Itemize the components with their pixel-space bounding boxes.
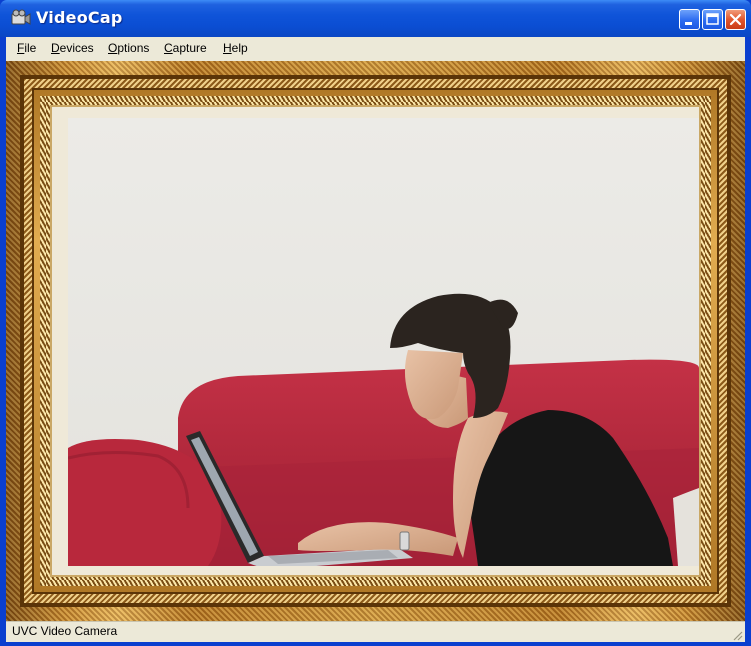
menu-options[interactable]: Options <box>108 41 149 55</box>
close-icon <box>729 13 742 26</box>
close-button[interactable] <box>725 9 746 30</box>
menu-capture[interactable]: Capture <box>164 41 207 55</box>
resize-grip-icon[interactable] <box>731 629 743 641</box>
menu-bar: File Devices Options Capture Help <box>6 37 745 61</box>
video-preview-area[interactable] <box>6 61 745 621</box>
minimize-button[interactable] <box>679 9 700 30</box>
menu-file[interactable]: File <box>17 41 36 55</box>
video-frame-image <box>68 118 699 566</box>
status-bar: UVC Video Camera <box>6 621 745 642</box>
maximize-button[interactable] <box>702 9 723 30</box>
minimize-icon <box>685 22 692 25</box>
title-bar[interactable]: VideoCap <box>0 0 751 37</box>
window-title: VideoCap <box>36 8 123 27</box>
camera-app-icon[interactable] <box>11 9 31 27</box>
menu-devices[interactable]: Devices <box>51 41 94 55</box>
menu-help[interactable]: Help <box>223 41 248 55</box>
maximize-icon <box>706 13 719 25</box>
videocap-window: VideoCap File Devices Options Capture He… <box>0 0 751 646</box>
status-device-name: UVC Video Camera <box>12 624 118 638</box>
